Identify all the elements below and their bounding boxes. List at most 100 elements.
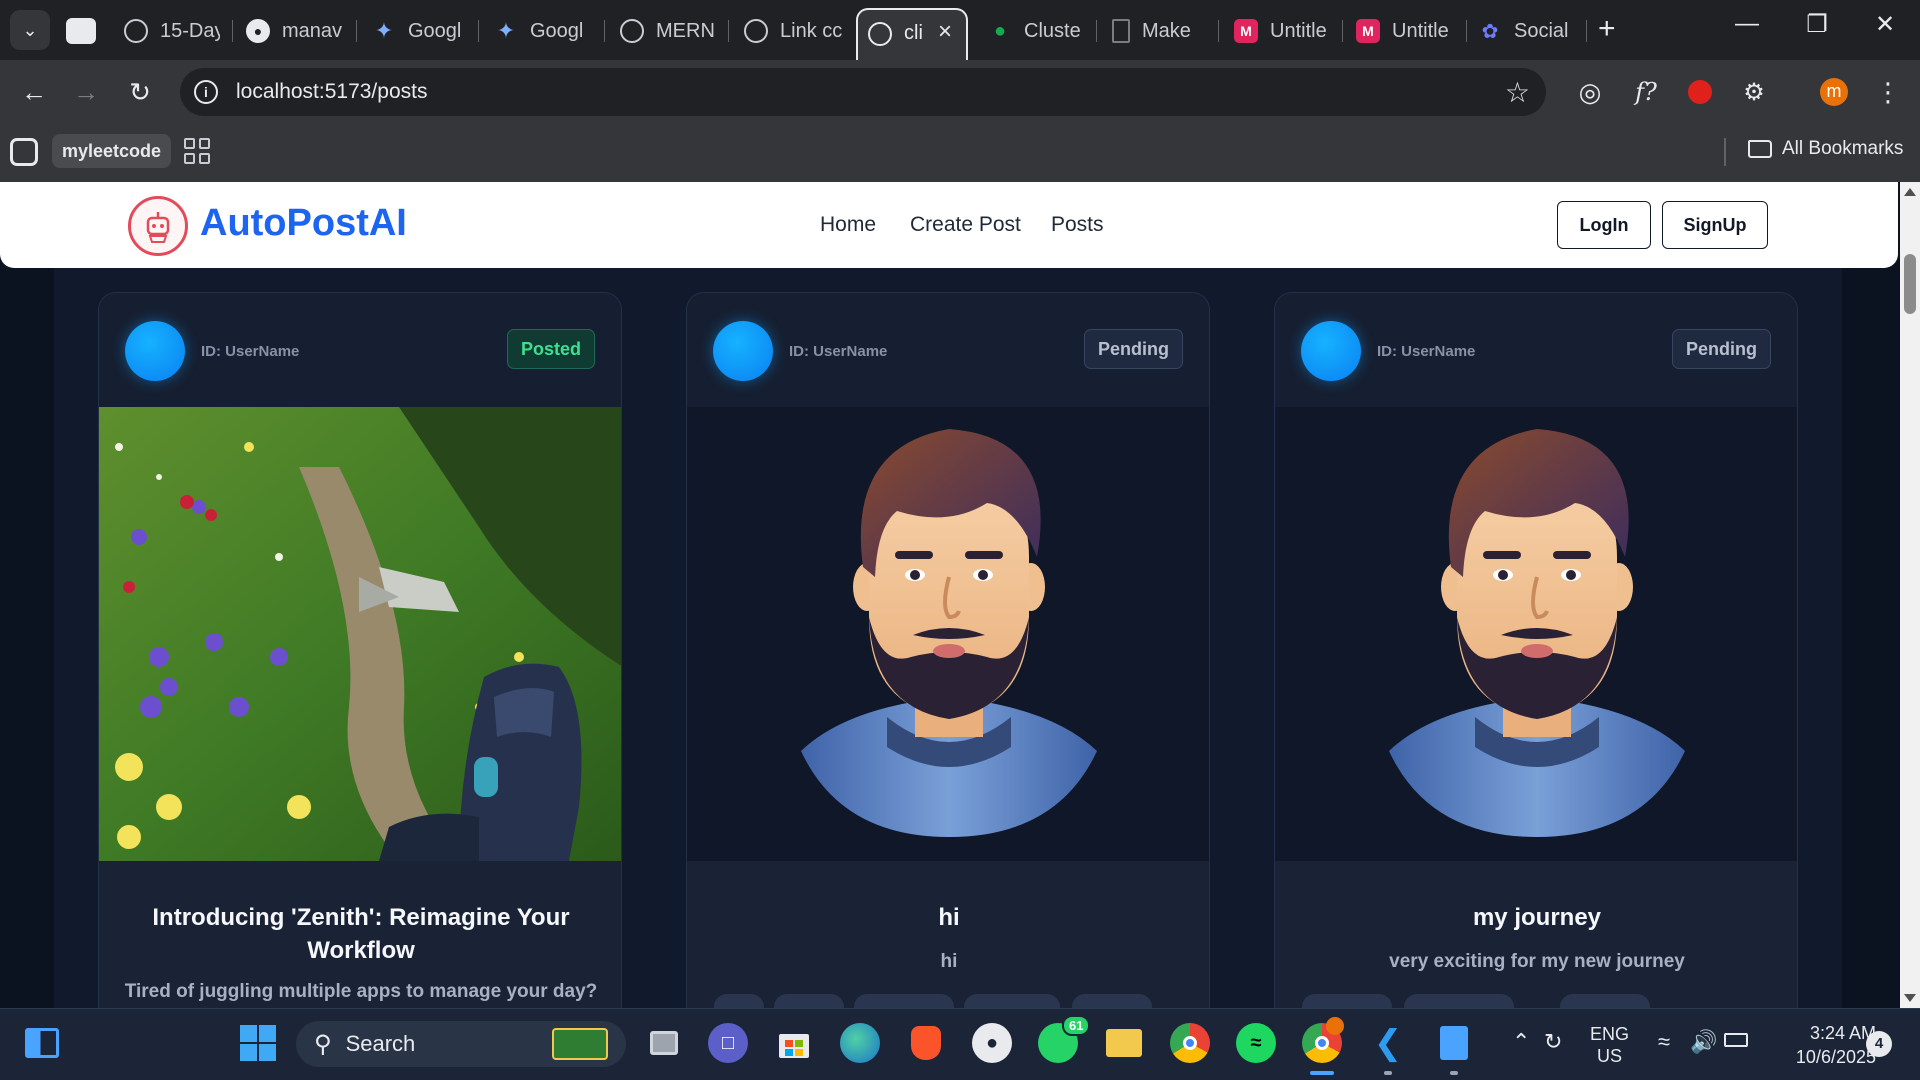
forward-button[interactable]: → <box>68 74 104 110</box>
taskbar-clock[interactable]: 3:24 AM 10/6/2025 <box>1770 1021 1876 1069</box>
extension-hand-icon[interactable] <box>1682 74 1718 110</box>
url-text[interactable]: localhost:5173/posts <box>236 80 427 104</box>
site-info-icon[interactable]: i <box>194 80 218 104</box>
page-scrollbar[interactable] <box>1900 182 1920 1008</box>
microsoft-store-icon[interactable] <box>774 1023 814 1063</box>
profile-avatar[interactable]: m <box>1820 78 1848 106</box>
tab-active-client[interactable]: cli × <box>856 8 968 60</box>
extension-target-icon[interactable]: ◎ <box>1572 74 1608 110</box>
tab-search-button[interactable]: ⌄ <box>10 10 50 50</box>
bookmark-myleetcode[interactable]: myleetcode <box>52 134 172 168</box>
close-window-button[interactable]: ✕ <box>1860 10 1910 39</box>
bookmark-app-icon[interactable] <box>10 138 38 166</box>
social-app-icon: ✿ <box>1481 20 1499 43</box>
scroll-down-icon[interactable] <box>1904 994 1916 1002</box>
tag-chip[interactable] <box>774 994 844 1008</box>
restore-button[interactable]: ❐ <box>1792 10 1842 39</box>
tab-untitled-1[interactable]: M Untitle <box>1234 8 1334 54</box>
minimize-button[interactable]: — <box>1722 10 1772 38</box>
signup-button[interactable]: SignUp <box>1662 201 1768 249</box>
logo[interactable] <box>128 196 188 256</box>
windows-start-icon[interactable] <box>238 1023 278 1063</box>
tag-chip[interactable] <box>1560 994 1650 1008</box>
github-desktop-icon[interactable]: ● <box>972 1023 1012 1063</box>
tab-cluster[interactable]: ● Cluste <box>988 8 1088 54</box>
battery-icon[interactable] <box>1724 1033 1748 1047</box>
file-explorer-icon[interactable] <box>1104 1023 1144 1063</box>
close-tab-icon[interactable]: × <box>938 18 952 46</box>
reload-icon: ↻ <box>129 76 151 107</box>
extension-formula-icon[interactable]: f? <box>1628 74 1664 110</box>
notification-badge[interactable]: 4 <box>1866 1031 1892 1057</box>
sync-icon[interactable]: ↻ <box>1544 1029 1562 1055</box>
brand-name[interactable]: AutoPostAI <box>200 202 407 245</box>
tab-15-day[interactable]: 15-Day <box>124 8 220 54</box>
post-username: ID: UserName <box>1377 343 1476 360</box>
search-icon: ⚲ <box>314 1030 332 1058</box>
bookmark-star-icon[interactable]: ☆ <box>1505 76 1530 109</box>
post-description: Tired of juggling multiple apps to manag… <box>124 981 598 1002</box>
volume-icon[interactable]: 🔊 <box>1690 1029 1717 1055</box>
back-button[interactable]: ← <box>16 74 52 110</box>
tray-chevron-up-icon[interactable]: ⌃ <box>1512 1029 1530 1055</box>
wifi-icon[interactable]: ≈ <box>1658 1029 1670 1055</box>
windows-taskbar: ⚲ Search □ ● 61 ≈ ❮ ⌃ ↻ ENG US ≈ 🔊 3:24 … <box>0 1008 1920 1080</box>
chrome-running-indicator <box>1310 1071 1334 1075</box>
tab-social[interactable]: ✿ Social <box>1478 8 1578 54</box>
reload-button[interactable]: ↻ <box>122 74 158 110</box>
tab-groups-icon[interactable] <box>184 138 210 164</box>
tab-separator <box>232 20 233 42</box>
nav-create-post[interactable]: Create Post <box>910 213 1021 237</box>
post-card[interactable]: ID: UserName Pending <box>1274 292 1798 1008</box>
tab-separator <box>356 20 357 42</box>
chrome-profile-icon[interactable] <box>1302 1017 1344 1063</box>
tab-separator <box>1586 20 1587 42</box>
new-tab-button[interactable]: + <box>1598 12 1616 46</box>
post-card-header: ID: UserName Posted <box>99 293 621 407</box>
notepad-icon[interactable] <box>1434 1023 1474 1063</box>
taskbar-search[interactable]: ⚲ Search <box>296 1021 626 1067</box>
vscode-icon[interactable]: ❮ <box>1368 1023 1408 1063</box>
tab-mern[interactable]: MERN <box>620 8 720 54</box>
tab-separator <box>1218 20 1219 42</box>
widgets-icon[interactable] <box>22 1023 62 1063</box>
miro-icon: M <box>1234 19 1258 43</box>
tab-group-chip[interactable] <box>66 18 96 44</box>
tag-chip[interactable] <box>854 994 954 1008</box>
post-username: ID: UserName <box>789 343 888 360</box>
task-view-icon[interactable] <box>644 1023 684 1063</box>
scrollbar-thumb[interactable] <box>1904 254 1916 314</box>
post-card[interactable]: ID: UserName Pending <box>686 292 1210 1008</box>
tab-github[interactable]: ● manav <box>246 8 346 54</box>
tab-link[interactable]: Link cc <box>744 8 844 54</box>
scroll-up-icon[interactable] <box>1904 188 1916 196</box>
tag-chip[interactable] <box>1072 994 1152 1008</box>
language-indicator[interactable]: ENG US <box>1590 1023 1629 1067</box>
all-bookmarks-button[interactable]: All Bookmarks <box>1748 138 1903 160</box>
address-bar[interactable]: i localhost:5173/posts ☆ <box>180 68 1546 116</box>
tag-chip[interactable] <box>1404 994 1514 1008</box>
extensions-puzzle-icon[interactable]: ⚙ <box>1736 74 1772 110</box>
tab-google-1[interactable]: ✦ Googl <box>372 8 468 54</box>
menu-kebab-icon[interactable]: ⋮ <box>1870 74 1906 110</box>
arrow-left-icon: ← <box>21 76 47 107</box>
tab-google-2[interactable]: ✦ Googl <box>494 8 590 54</box>
post-card[interactable]: ID: UserName Posted Introducing 'Zenith'… <box>98 292 622 1008</box>
whatsapp-icon[interactable]: 61 <box>1038 1015 1091 1063</box>
tab-untitled-2[interactable]: M Untitle <box>1356 8 1456 54</box>
tag-chip[interactable] <box>714 994 764 1008</box>
chrome-icon[interactable] <box>1170 1023 1210 1063</box>
post-card-header: ID: UserName Pending <box>687 293 1209 407</box>
nav-posts[interactable]: Posts <box>1051 213 1104 237</box>
tag-chip[interactable] <box>964 994 1060 1008</box>
login-button[interactable]: LogIn <box>1557 201 1651 249</box>
post-image <box>1275 407 1797 861</box>
teams-icon[interactable]: □ <box>708 1023 748 1063</box>
tag-chip[interactable] <box>1302 994 1392 1008</box>
edge-icon[interactable] <box>840 1023 880 1063</box>
nav-home[interactable]: Home <box>820 213 876 237</box>
tab-make[interactable]: Make <box>1112 8 1208 54</box>
tab-separator <box>1342 20 1343 42</box>
spotify-icon[interactable]: ≈ <box>1236 1023 1276 1063</box>
brave-icon[interactable] <box>906 1023 946 1063</box>
